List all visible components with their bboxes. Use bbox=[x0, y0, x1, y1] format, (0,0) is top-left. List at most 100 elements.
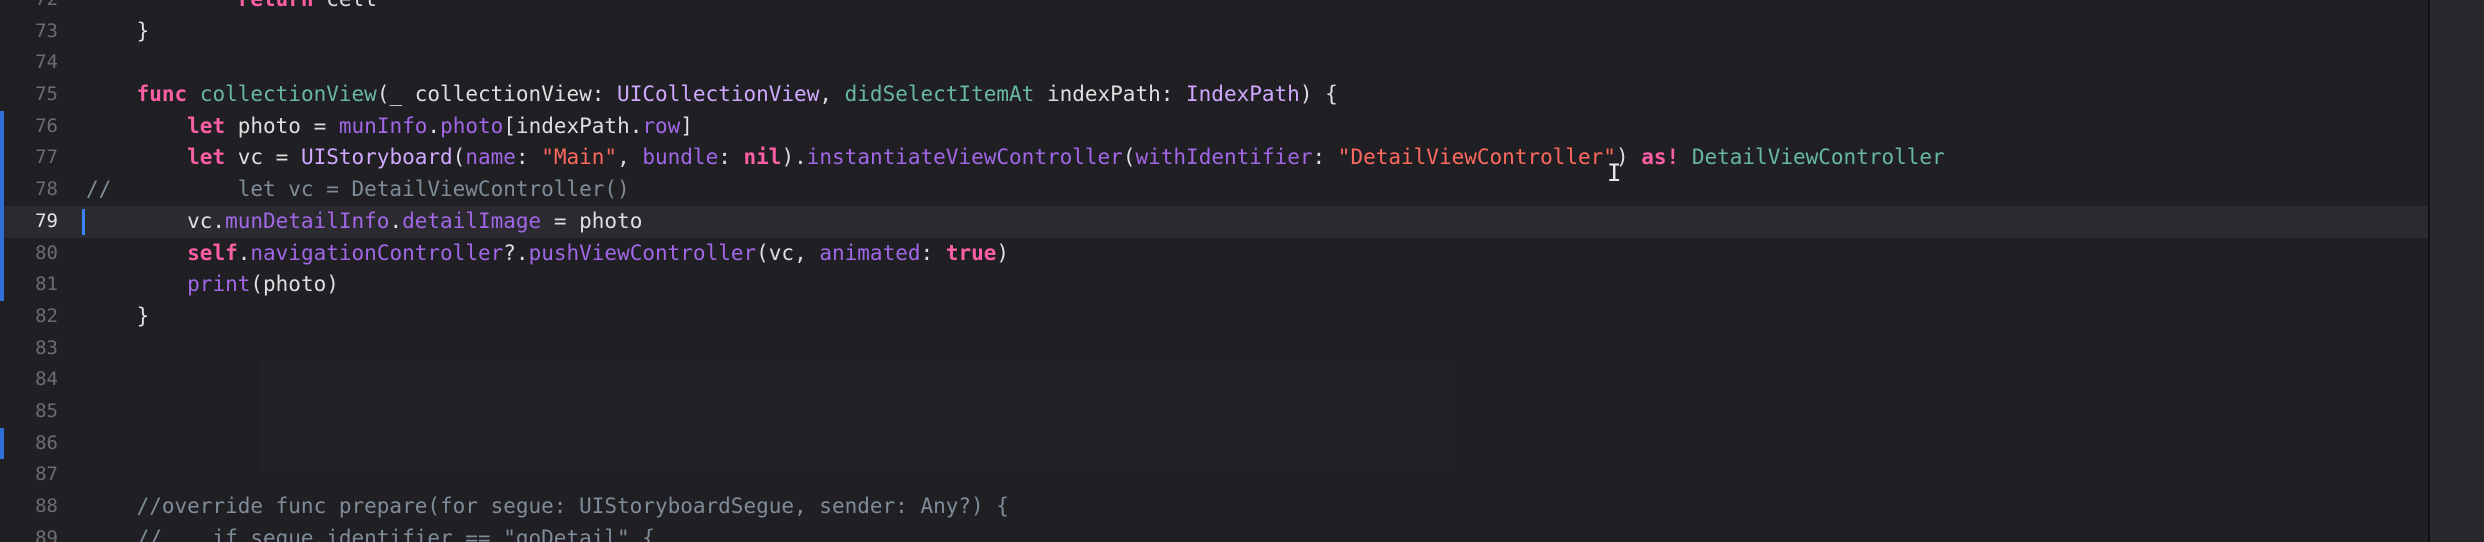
code-token: , bbox=[819, 82, 845, 107]
code-token: ( bbox=[1122, 145, 1136, 170]
line-number: 77 bbox=[35, 146, 58, 169]
code-token: photo = bbox=[225, 113, 339, 138]
right-side-panel bbox=[2428, 0, 2484, 542]
line-number: 84 bbox=[35, 368, 58, 391]
line-number: 76 bbox=[35, 114, 58, 137]
code-token: animated bbox=[819, 240, 921, 265]
code-token: . bbox=[389, 208, 403, 233]
code-token: (_ collectionView: bbox=[376, 82, 618, 107]
code-token: UICollectionView bbox=[617, 82, 820, 107]
line-code: let photo = munInfo.photo[indexPath.row] bbox=[86, 111, 693, 143]
code-token: ) bbox=[996, 240, 1010, 265]
code-token: munDetailInfo bbox=[225, 208, 390, 233]
code-line[interactable]: 77 let vc = UIStoryboard(name: "Main", b… bbox=[0, 142, 2428, 175]
code-line[interactable]: 74 bbox=[0, 47, 2428, 79]
code-line[interactable]: 75 func collectionView(_ collectionView:… bbox=[0, 79, 2428, 111]
code-line[interactable]: 73 } bbox=[0, 16, 2428, 48]
line-code: } bbox=[86, 16, 150, 48]
code-token: ( bbox=[452, 145, 466, 170]
code-token: : bbox=[920, 240, 946, 265]
line-number: 75 bbox=[35, 83, 58, 106]
code-area[interactable]: 72 return cell73 }7475 func collectionVi… bbox=[0, 0, 2428, 542]
code-token: // if segue.identifier == "goDetail" { bbox=[86, 525, 655, 542]
line-number: 83 bbox=[35, 336, 58, 359]
line-code: // if segue.identifier == "goDetail" { bbox=[86, 523, 655, 542]
code-token: detailImage bbox=[402, 208, 542, 233]
code-token: bundle bbox=[642, 145, 719, 170]
code-token: (photo) bbox=[250, 272, 339, 297]
line-code: // let vc = DetailViewController() bbox=[86, 174, 630, 206]
code-token: func bbox=[136, 82, 188, 107]
line-code: //override func prepare(for segue: UISto… bbox=[86, 491, 1009, 523]
code-token: DetailViewController bbox=[1691, 145, 1945, 170]
code-token: pushViewController bbox=[528, 240, 757, 265]
code-token: ?. bbox=[503, 240, 529, 265]
code-line[interactable]: 76 let photo = munInfo.photo[indexPath.r… bbox=[0, 110, 2428, 143]
code-line[interactable]: 81 print(photo) bbox=[0, 269, 2428, 301]
line-number: 80 bbox=[35, 241, 58, 264]
code-token: = photo bbox=[541, 208, 643, 233]
code-token: "DetailViewController" bbox=[1337, 145, 1616, 170]
code-token: name bbox=[465, 145, 516, 170]
code-token: navigationController bbox=[250, 240, 504, 265]
code-token: cell bbox=[314, 0, 377, 11]
code-token: return bbox=[238, 0, 314, 11]
code-token: } bbox=[86, 303, 150, 328]
line-number: 82 bbox=[35, 304, 58, 327]
code-line[interactable]: 79 vc.munDetailInfo.detailImage = photo bbox=[0, 205, 2428, 238]
code-token: [indexPath. bbox=[503, 113, 643, 138]
code-token: // let vc = DetailViewController() bbox=[86, 177, 630, 202]
line-number: 81 bbox=[35, 273, 58, 296]
line-code: let vc = UIStoryboard(name: "Main", bund… bbox=[86, 142, 1945, 174]
code-token: : bbox=[718, 145, 744, 170]
code-token: ). bbox=[781, 145, 807, 170]
code-line[interactable]: 82 } bbox=[0, 301, 2428, 333]
code-token: : bbox=[1312, 145, 1338, 170]
line-number: 72 bbox=[0, 0, 58, 16]
code-line[interactable]: 85 bbox=[0, 396, 2428, 428]
code-line[interactable]: 87 bbox=[0, 459, 2428, 491]
line-number: 73 bbox=[35, 19, 58, 42]
code-token: collectionView bbox=[199, 82, 377, 107]
line-number: 74 bbox=[35, 51, 58, 74]
code-token: vc = bbox=[225, 145, 301, 170]
code-token: IndexPath bbox=[1186, 82, 1300, 107]
code-editor[interactable]: 72 return cell73 }7475 func collectionVi… bbox=[0, 0, 2484, 542]
line-code: vc.munDetailInfo.detailImage = photo bbox=[86, 206, 642, 238]
code-token: UIStoryboard bbox=[300, 145, 453, 170]
code-token: . bbox=[237, 240, 251, 265]
code-token: photo bbox=[440, 113, 504, 138]
text-caret bbox=[82, 209, 85, 235]
code-line[interactable]: 80 self.navigationController?.pushViewCo… bbox=[0, 237, 2428, 270]
line-code: return cell bbox=[86, 0, 377, 16]
line-number: 78 bbox=[35, 178, 58, 201]
code-token: (vc, bbox=[756, 240, 820, 265]
code-token: print bbox=[187, 272, 251, 297]
code-token: nil bbox=[743, 145, 782, 170]
code-line[interactable]: 72 return cell bbox=[0, 0, 2428, 16]
code-token: true bbox=[945, 240, 997, 265]
code-line[interactable]: 78 // let vc = DetailViewController() bbox=[0, 174, 2428, 206]
code-token: as! bbox=[1641, 145, 1680, 170]
code-token: "Main" bbox=[541, 145, 618, 170]
line-number: 85 bbox=[35, 399, 58, 422]
code-token: let bbox=[187, 113, 226, 138]
code-line[interactable]: 84 bbox=[0, 364, 2428, 396]
code-line[interactable]: 88 //override func prepare(for segue: UI… bbox=[0, 491, 2428, 523]
code-line[interactable]: 83 bbox=[0, 333, 2428, 365]
code-token: //override func prepare(for segue: UISto… bbox=[86, 494, 1009, 518]
code-line[interactable]: 86 bbox=[0, 427, 2428, 460]
code-token: . bbox=[427, 113, 441, 138]
line-number: 87 bbox=[35, 463, 58, 486]
code-token: } bbox=[86, 18, 150, 43]
line-code: print(photo) bbox=[86, 269, 339, 301]
code-token: ] bbox=[680, 113, 693, 138]
line-code: } bbox=[86, 301, 150, 333]
code-token: vc. bbox=[86, 208, 226, 233]
code-line[interactable]: 89 // if segue.identifier == "goDetail" … bbox=[0, 523, 2428, 542]
line-number: 79 bbox=[35, 209, 58, 232]
